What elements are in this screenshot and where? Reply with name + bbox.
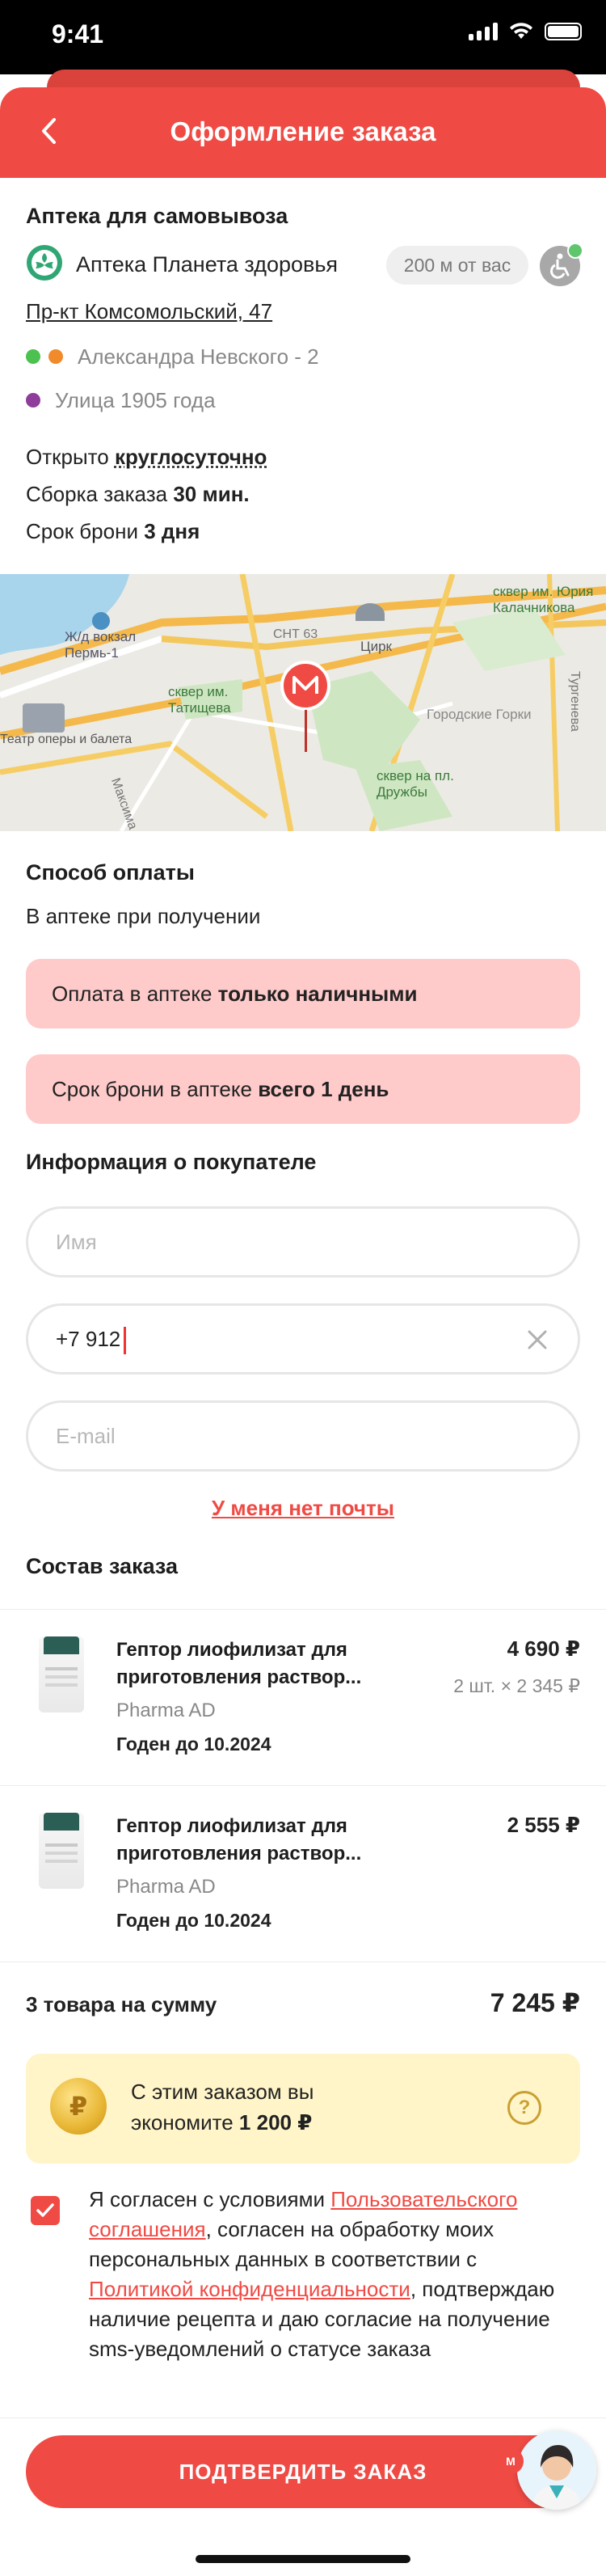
email-field[interactable]: E-mail <box>26 1400 580 1472</box>
product-maker: Pharma AD <box>116 1876 216 1898</box>
divider <box>0 1785 606 1786</box>
total-value: 7 245 ₽ <box>490 1988 580 2017</box>
product-price: 4 690 ₽ <box>507 1636 580 1661</box>
status-icons <box>469 23 582 40</box>
signal-icon <box>469 23 498 40</box>
buyer-section-title: Информация о покупателе <box>26 1150 317 1174</box>
ruble-coin-icon: ₽ <box>50 2078 107 2135</box>
pharmacy-logo-icon <box>27 245 62 281</box>
payment-section-title: Способ оплаты <box>26 860 195 885</box>
wifi-icon <box>510 23 532 39</box>
text-caret <box>124 1327 127 1355</box>
pickup-section-title: Аптека для самовывоза <box>26 204 288 228</box>
map-label: СНТ 63 <box>273 627 318 641</box>
divider <box>0 1609 606 1610</box>
map-label: Городские Горки <box>427 707 532 722</box>
logo-badge-icon: M <box>498 2448 524 2474</box>
assistant-avatar[interactable] <box>517 2430 596 2510</box>
confirm-order-button[interactable]: ПОДТВЕРДИТЬ ЗАКАЗ <box>26 2435 580 2508</box>
map-label: Тургенева <box>568 671 582 732</box>
order-section-title: Состав заказа <box>26 1554 179 1578</box>
total-label: 3 товара на сумму <box>26 1992 217 2016</box>
metro-line-dot <box>26 349 40 364</box>
product-image <box>39 1636 84 1712</box>
status-bar: 9:41 <box>0 0 606 74</box>
distance-badge: 200 м от вас <box>386 246 528 285</box>
status-time: 9:41 <box>52 19 104 49</box>
product-name: Гептор лиофилизат для приготовления раств… <box>116 1639 362 1688</box>
map[interactable]: Ж/д вокзал Пермь-1 сквер им. Татищева СН… <box>0 574 606 831</box>
open-hours: Открыто круглосуточно <box>26 445 267 469</box>
home-indicator <box>196 2555 410 2563</box>
page-title: Оформление заказа <box>170 116 436 146</box>
product-maker: Pharma AD <box>116 1700 216 1721</box>
no-email-link[interactable]: У меня нет почты <box>0 1496 606 1521</box>
pharmacy-address[interactable]: Пр-кт Комсомольский, 47 <box>26 299 272 324</box>
reserve-alert: Срок брони в аптеке всего 1 день <box>26 1054 580 1124</box>
metro-station: Улица 1905 года <box>55 388 216 412</box>
pharmacy-name[interactable]: Аптека Планета здоровья <box>76 252 338 277</box>
phone-field[interactable]: +7 912 <box>26 1303 580 1375</box>
product-expiry: Годен до 10.2024 <box>116 1734 271 1755</box>
savings-banner: ₽ С этим заказом вы экономите 1 200 ₽ ? <box>26 2054 580 2164</box>
map-pin-icon[interactable] <box>280 660 331 757</box>
checkbox-checked-icon[interactable] <box>31 2196 60 2225</box>
privacy-policy-link[interactable]: Политикой конфиденциальности <box>89 2277 410 2301</box>
map-label: сквер на пл. Дружбы <box>377 768 454 800</box>
metro-station: Александра Невского - 2 <box>78 344 319 369</box>
metro-line-dot <box>48 349 63 364</box>
header: Оформление заказа <box>0 87 606 178</box>
metro-line-dot <box>26 393 40 408</box>
map-label: Цирк <box>360 639 392 654</box>
wheelchair-icon <box>540 243 583 286</box>
product-expiry: Годен до 10.2024 <box>116 1910 271 1931</box>
product-image <box>39 1813 84 1889</box>
product-price: 2 555 ₽ <box>507 1813 580 1837</box>
cash-only-alert: Оплата в аптеке только наличными <box>26 959 580 1028</box>
savings-text: С этим заказом вы экономите 1 200 ₽ <box>131 2080 314 2135</box>
accessible-check-icon <box>567 243 583 259</box>
map-label: сквер им. Татищева <box>168 684 231 716</box>
reserve-period: Срок брони 3 дня <box>26 519 200 543</box>
assembly-time: Сборка заказа 30 мин. <box>26 482 250 506</box>
product-quantity: 2 шт. × 2 345 ₽ <box>453 1675 580 1696</box>
consent-text: Я согласен с условиями Пользовательского… <box>89 2187 555 2361</box>
payment-method: В аптеке при получении <box>26 904 261 928</box>
battery-icon <box>545 23 582 40</box>
product-name: Гептор лиофилизат для приготовления раств… <box>116 1815 362 1864</box>
question-icon[interactable]: ? <box>507 2091 541 2125</box>
clear-icon[interactable] <box>526 1328 549 1351</box>
map-label: сквер им. Юрия Калачникова <box>493 584 594 615</box>
map-label: Театр оперы и балета <box>0 733 133 746</box>
map-label: Ж/д вокзал Пермь-1 <box>65 629 137 661</box>
name-field[interactable]: Имя <box>26 1206 580 1277</box>
